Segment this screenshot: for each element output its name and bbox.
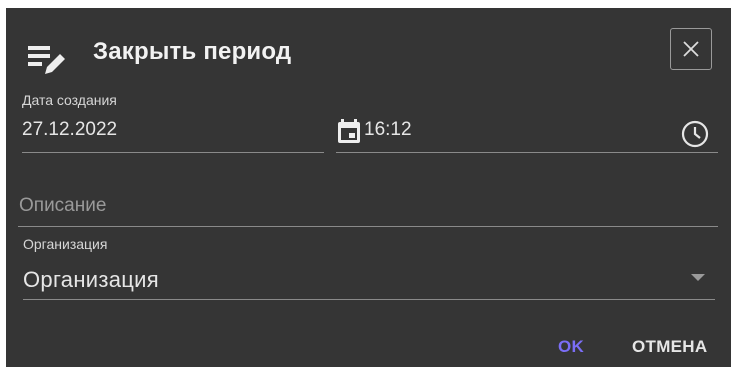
ok-button[interactable]: OK	[558, 337, 584, 357]
date-input[interactable]: 27.12.2022	[22, 119, 117, 141]
description-input[interactable]: Описание	[19, 195, 106, 217]
calendar-icon[interactable]	[336, 118, 362, 149]
description-underline	[18, 226, 718, 227]
close-period-dialog: Закрыть период Дата создания 27.12.2022 …	[6, 8, 731, 367]
clock-icon[interactable]	[680, 119, 710, 154]
organization-select[interactable]: Организация	[23, 267, 159, 293]
date-underline	[22, 152, 324, 153]
date-field-label: Дата создания	[22, 92, 117, 108]
time-input[interactable]: 16:12	[364, 119, 412, 141]
cancel-button[interactable]: ОТМЕНА	[632, 337, 707, 357]
dropdown-arrow-icon[interactable]	[690, 270, 706, 288]
organization-label: Организация	[23, 236, 108, 252]
organization-underline	[23, 299, 715, 300]
close-button[interactable]	[670, 28, 712, 70]
dialog-title: Закрыть период	[93, 38, 292, 65]
close-icon	[683, 41, 699, 57]
edit-list-icon	[28, 42, 72, 78]
time-underline	[336, 152, 718, 153]
